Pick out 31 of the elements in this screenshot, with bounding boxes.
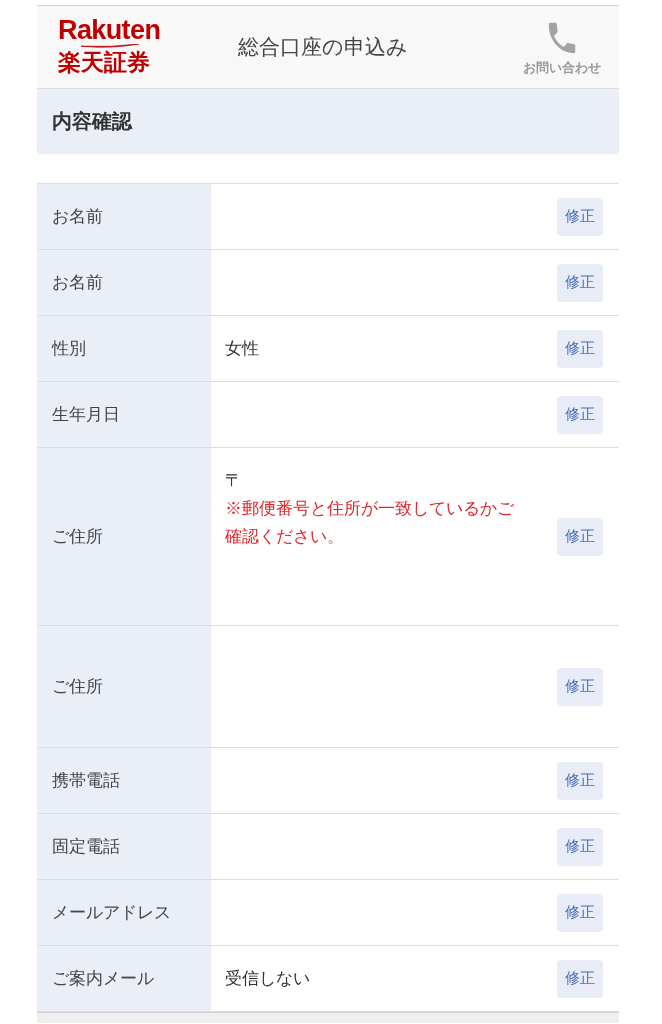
edit-button[interactable]: 修正 (557, 667, 603, 706)
edit-button[interactable]: 修正 (557, 263, 603, 302)
field-label: メールアドレス (37, 880, 211, 945)
field-label: お名前 (37, 250, 211, 315)
section-heading: 内容確認 (37, 89, 619, 154)
logo-swoosh-icon (81, 44, 139, 49)
field-label: ご案内メール (37, 946, 211, 1011)
edit-button[interactable]: 修正 (557, 517, 603, 556)
field-label: お名前 (37, 184, 211, 249)
edit-button[interactable]: 修正 (557, 827, 603, 866)
page-title: 総合口座の申込み (237, 34, 409, 60)
logo-wordmark: Rakuten (58, 18, 161, 43)
edit-button[interactable]: 修正 (557, 329, 603, 368)
field-label: 生年月日 (37, 382, 211, 447)
field-label: 携帯電話 (37, 748, 211, 813)
edit-button[interactable]: 修正 (557, 893, 603, 932)
edit-button[interactable]: 修正 (557, 761, 603, 800)
field-label: 固定電話 (37, 814, 211, 879)
edit-button[interactable]: 修正 (557, 197, 603, 236)
phone-icon (548, 21, 576, 54)
field-value: 受信しない (225, 967, 311, 990)
edit-button[interactable]: 修正 (557, 395, 603, 434)
field-value: 女性 (225, 337, 260, 360)
edit-button[interactable]: 修正 (557, 959, 603, 998)
field-label: ご住所 (37, 626, 211, 747)
field-label: ご住所 (37, 448, 211, 625)
logo-text: 楽天証券 (58, 49, 150, 76)
contact-link[interactable]: お問い合わせ (523, 21, 601, 77)
warning-note: ※郵便番号と住所が一致しているかご確認ください。 (225, 498, 515, 548)
field-label: 性別 (37, 316, 211, 381)
field-value: 〒 (225, 470, 243, 492)
